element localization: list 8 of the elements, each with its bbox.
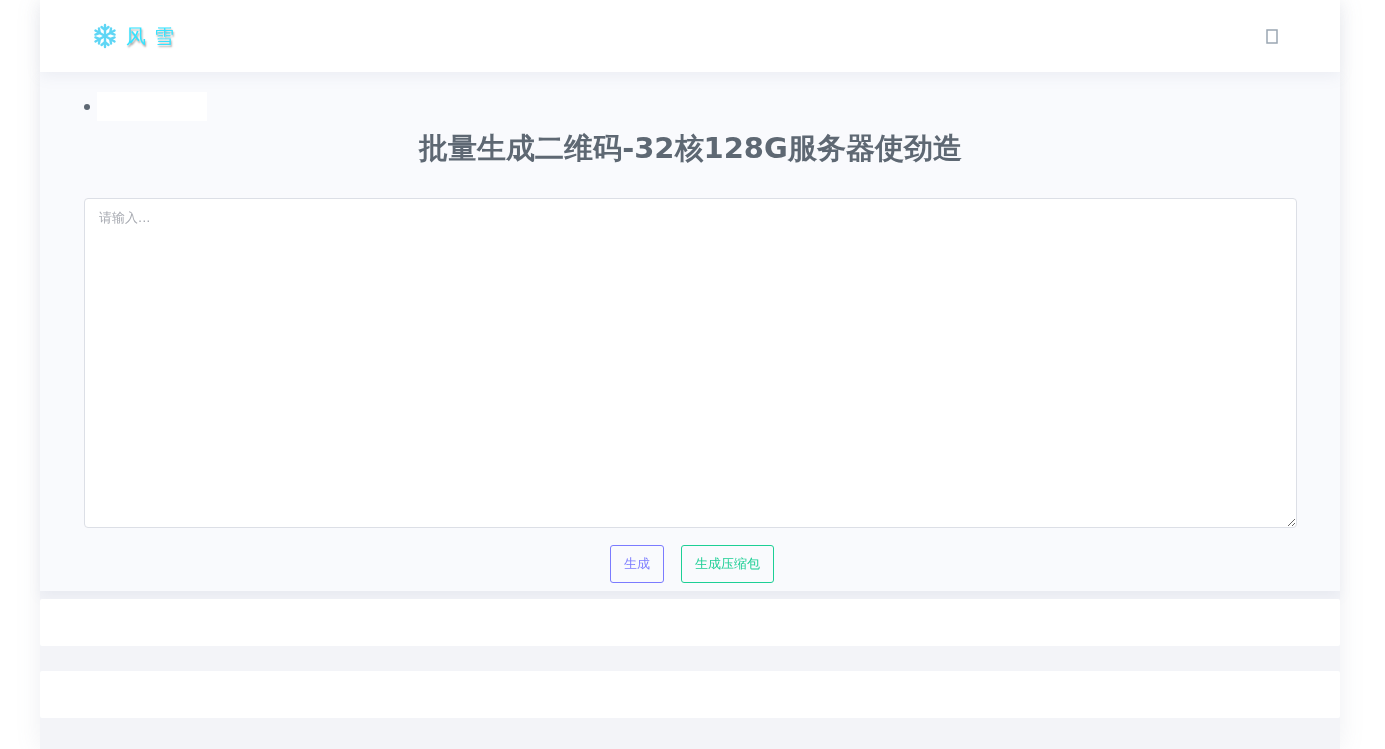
page-title: 批量生成二维码-32核128G服务器使劲造 [417,130,963,167]
input-field[interactable]: 请输入... [84,198,1297,528]
bullet-icon [84,103,90,110]
snowflake-icon [92,23,118,49]
action-button[interactable]: 生成 [609,545,664,583]
logo-text[interactable]: 风 雪 [126,22,176,50]
action-button[interactable]: 生成压缩包 [680,545,774,583]
square-icon[interactable] [1266,28,1278,44]
